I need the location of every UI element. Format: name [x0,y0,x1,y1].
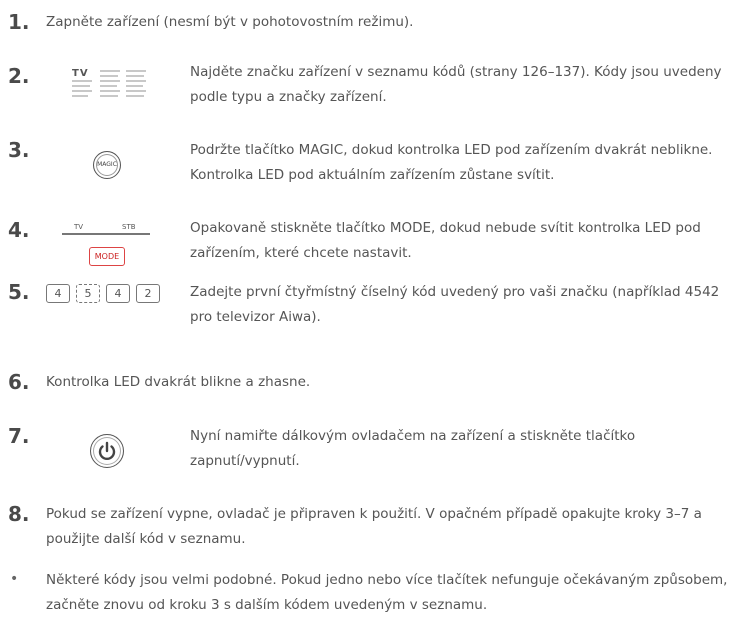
tv-label: TV [74,223,84,231]
digit-key-icon: 2 [136,284,160,303]
note-bullet: • [10,571,19,587]
step-4-number: 4. [8,218,30,242]
power-button-icon [90,434,124,468]
note-text: Některé kódy jsou velmi podobné. Pokud j… [46,572,728,613]
step-7-text: Nyní namiřte dálkovým ovladačem na zaříz… [190,428,636,469]
mode-button-icon: MODE [89,247,125,266]
digit-key-icon: 4 [46,284,70,303]
step-2-number: 2. [8,64,30,88]
step-1-number: 1. [8,10,30,34]
step-7-number: 7. [8,424,30,448]
stb-label: STB [122,223,136,231]
step-5-number: 5. [8,280,30,304]
digit-key-icon: 5 [76,284,100,303]
magic-button-icon: MAGIC [93,151,121,179]
digit-key-icon: 4 [106,284,130,303]
step-3-text: Podržte tlačítko MAGIC, dokud kontrolka … [190,142,713,183]
step-6-text: Kontrolka LED dvakrát blikne a zhasne. [46,374,311,390]
step-6-number: 6. [8,370,30,394]
step-8-text: Pokud se zařízení vypne, ovladač je přip… [46,506,702,547]
led-bar [62,233,150,235]
step-3-number: 3. [8,138,30,162]
step-5-text: Zadejte první čtyřmístný číselný kód uve… [190,284,720,325]
step-8-number: 8. [8,502,30,526]
step-4-text: Opakovaně stiskněte tlačítko MODE, dokud… [190,220,701,261]
code-list-thumbnail: TV [62,66,150,100]
mode-indicator-graphic: TV STB MODE [62,223,152,271]
power-icon [98,441,116,461]
step-2-text: Najděte značku zařízení v seznamu kódů (… [190,64,722,105]
step-1-text: Zapněte zařízení (nesmí být v pohotovost… [46,14,414,30]
code-list-icon [72,70,146,97]
